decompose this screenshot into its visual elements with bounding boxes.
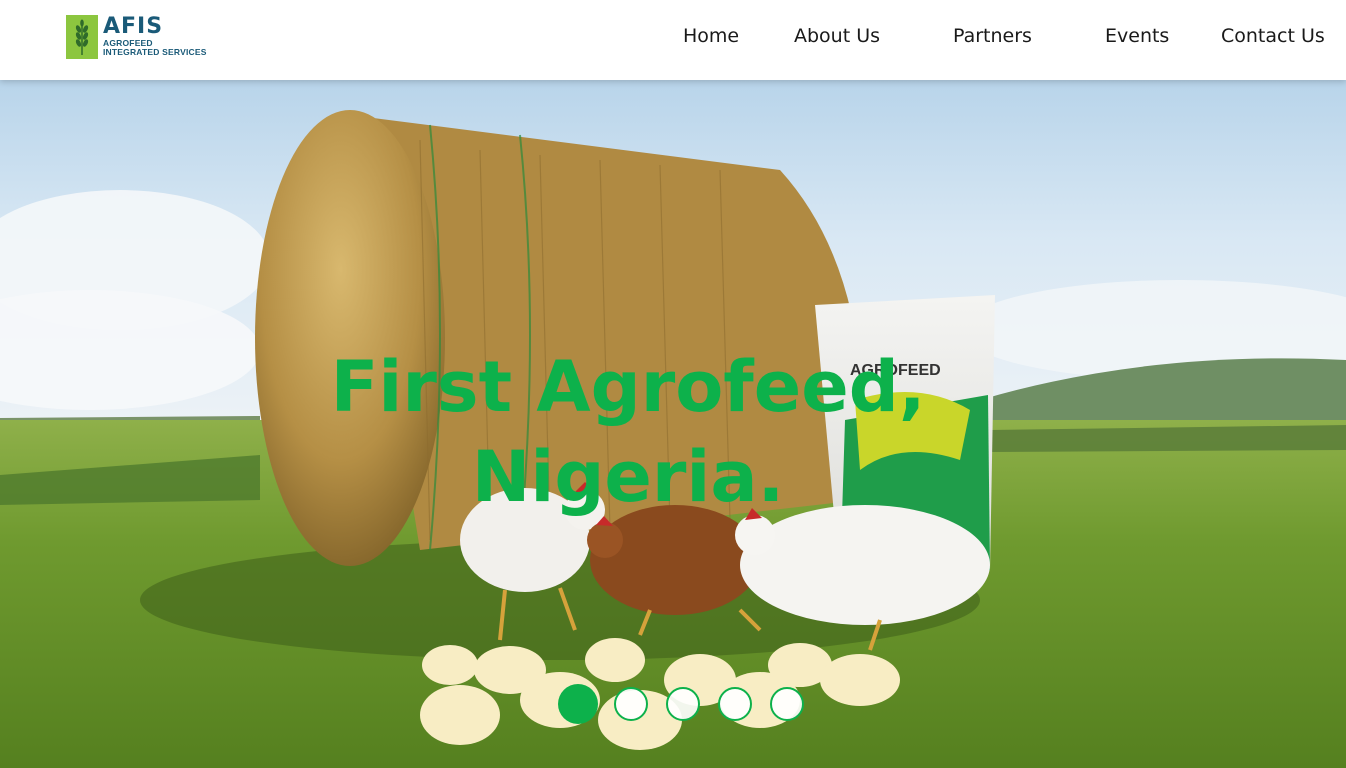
logo-name: AFIS (103, 14, 164, 39)
slider-dot-3[interactable] (666, 687, 700, 721)
logo-text: AFIS AGROFEED INTEGRATED SERVICES (103, 15, 207, 57)
hero-slider: AGROFEED First Agrofeed, Nigeria. (0, 80, 1346, 768)
nav-about-us[interactable]: About Us (794, 25, 880, 47)
slider-dot-1[interactable] (558, 684, 598, 724)
hero-title: First Agrofeed, Nigeria. (0, 342, 1256, 522)
hero-title-line-2: Nigeria. (471, 436, 785, 518)
slider-dot-2[interactable] (614, 687, 648, 721)
logo[interactable]: AFIS AGROFEED INTEGRATED SERVICES (66, 15, 207, 63)
wheat-icon (66, 15, 98, 59)
nav-partners[interactable]: Partners (953, 25, 1032, 47)
nav-home[interactable]: Home (683, 25, 739, 47)
page: AFIS AGROFEED INTEGRATED SERVICES Home A… (0, 0, 1346, 768)
slider-dot-4[interactable] (718, 687, 752, 721)
nav-events[interactable]: Events (1105, 25, 1169, 47)
site-header: AFIS AGROFEED INTEGRATED SERVICES Home A… (0, 0, 1346, 80)
logo-subtitle-line-2: INTEGRATED SERVICES (103, 47, 207, 57)
nav-contact-us[interactable]: Contact Us (1221, 25, 1325, 47)
hero-title-line-1: First Agrofeed, (330, 346, 926, 428)
slider-dot-5[interactable] (770, 687, 804, 721)
